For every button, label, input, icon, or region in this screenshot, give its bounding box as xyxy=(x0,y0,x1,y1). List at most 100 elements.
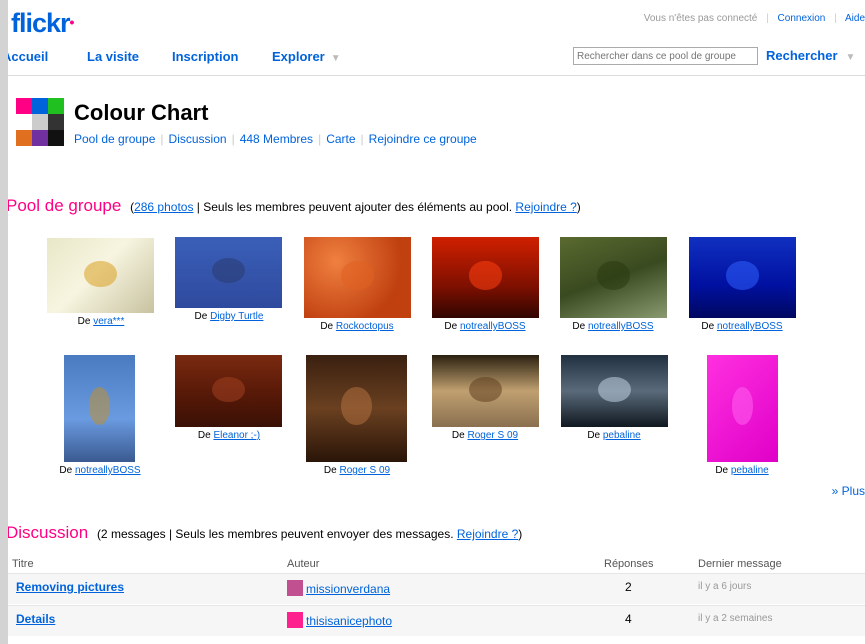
buddy-square xyxy=(32,114,48,130)
photo-thumbnail[interactable] xyxy=(64,355,135,462)
topic-title-link[interactable]: Removing pictures xyxy=(16,580,124,594)
by-prefix: De xyxy=(715,465,731,476)
photo-detail xyxy=(469,376,502,402)
account-bar: Vous n'êtes pas connecté | Connexion | A… xyxy=(644,13,865,24)
photo-caption: De pebaline xyxy=(554,430,674,441)
buddy-square xyxy=(16,98,32,114)
buddy-square xyxy=(48,130,64,146)
photo-thumbnail[interactable] xyxy=(689,237,796,318)
photo-thumbnail[interactable] xyxy=(432,237,539,318)
photo-detail xyxy=(84,260,117,287)
by-prefix: De xyxy=(320,321,336,332)
photo-detail xyxy=(726,261,759,290)
nav-explore-label: Explorer xyxy=(272,49,325,64)
topic-title-link[interactable]: Details xyxy=(16,612,55,626)
by-prefix: De xyxy=(59,465,75,476)
discussion-join-link[interactable]: Rejoindre ? xyxy=(457,527,518,541)
photo-thumbnail[interactable] xyxy=(47,238,154,313)
last-message-time: il y a 6 jours xyxy=(698,581,752,592)
photo-author-link[interactable]: Digby Turtle xyxy=(210,311,263,322)
avatar[interactable] xyxy=(287,580,303,596)
replies-count: 4 xyxy=(625,612,632,626)
group-links: Pool de groupe | Discussion | 448 Membres | Ca… xyxy=(74,132,477,146)
buddy-square xyxy=(32,130,48,146)
photo-author-link[interactable]: notreallyBOSS xyxy=(717,321,783,332)
photo-caption: De Rockoctopus xyxy=(297,321,417,332)
photo-author-link[interactable]: pebaline xyxy=(603,430,641,441)
photo-detail xyxy=(212,258,245,284)
search-button[interactable]: Rechercher ▼ xyxy=(766,48,855,63)
topic-author: thisisanicephoto xyxy=(287,612,392,628)
photo-caption: De notreallyBOSS xyxy=(553,321,673,332)
group-link[interactable]: Rejoindre ce groupe xyxy=(369,132,477,146)
photo-author-link[interactable]: notreallyBOSS xyxy=(460,321,526,332)
divider: | xyxy=(766,13,769,24)
group-title: Colour Chart xyxy=(74,100,209,125)
divider: | xyxy=(231,132,235,146)
photo-thumbnail[interactable] xyxy=(175,237,282,308)
login-link[interactable]: Connexion xyxy=(778,13,826,24)
photo-thumbnail[interactable] xyxy=(561,355,668,427)
nav-signup[interactable]: Inscription xyxy=(172,49,238,64)
photo-detail xyxy=(88,387,111,425)
by-prefix: De xyxy=(701,321,717,332)
last-message-time: il y a 2 semaines xyxy=(698,613,773,624)
nav-home[interactable]: Accueil xyxy=(8,49,48,64)
col-header-replies: Réponses xyxy=(604,558,654,570)
replies-count: 2 xyxy=(625,580,632,594)
photo-detail xyxy=(598,376,631,402)
photo-detail xyxy=(341,387,372,425)
photos-count-link[interactable]: 286 photos xyxy=(134,200,193,214)
photo-author-link[interactable]: Roger S 09 xyxy=(467,430,518,441)
pool-title: Pool de groupe xyxy=(8,196,122,215)
by-prefix: De xyxy=(587,430,603,441)
photo-author-link[interactable]: notreallyBOSS xyxy=(588,321,654,332)
photo-thumbnail[interactable] xyxy=(560,237,667,318)
photo-author-link[interactable]: Rockoctopus xyxy=(336,321,394,332)
photo-author-link[interactable]: pebaline xyxy=(731,465,769,476)
avatar[interactable] xyxy=(287,612,303,628)
photo-thumbnail[interactable] xyxy=(304,237,411,318)
author-link[interactable]: thisisanicephoto xyxy=(306,614,392,628)
photo-author-link[interactable]: vera*** xyxy=(93,316,124,327)
photo-caption: De notreallyBOSS xyxy=(40,465,160,476)
col-header-author: Auteur xyxy=(287,558,320,570)
by-prefix: De xyxy=(194,311,211,322)
group-link[interactable]: Carte xyxy=(326,132,355,146)
chevron-down-icon[interactable]: ▼ xyxy=(846,52,856,63)
photo-thumbnail[interactable] xyxy=(306,355,407,462)
more-link[interactable]: » Plus xyxy=(832,484,865,498)
col-header-title: Titre xyxy=(12,558,34,570)
flickr-logo[interactable]: flickr• xyxy=(11,8,75,39)
chevron-down-icon[interactable]: ▼ xyxy=(331,53,341,64)
buddy-square xyxy=(48,98,64,114)
discussion-section-header: Discussion (2 messages | Seuls les membr… xyxy=(8,523,522,543)
buddy-square xyxy=(16,114,32,130)
nav-tour[interactable]: La visite xyxy=(87,49,139,64)
search-input[interactable] xyxy=(573,47,758,65)
group-link[interactable]: Discussion xyxy=(169,132,227,146)
pool-join-link[interactable]: Rejoindre ? xyxy=(515,200,576,214)
nav-explore[interactable]: Explorer ▼ xyxy=(272,49,341,64)
by-prefix: De xyxy=(323,465,340,476)
buddy-square xyxy=(16,130,32,146)
photo-caption: De Roger S 09 xyxy=(425,430,545,441)
group-link[interactable]: 448 Membres xyxy=(240,132,313,146)
nav-divider xyxy=(8,75,865,76)
col-header-last: Dernier message xyxy=(698,558,782,570)
photo-author-link[interactable]: Eleanor ;-) xyxy=(213,430,260,441)
help-link[interactable]: Aide xyxy=(845,13,865,24)
photo-author-link[interactable]: Roger S 09 xyxy=(339,465,390,476)
group-link[interactable]: Pool de groupe xyxy=(74,132,155,146)
photo-thumbnail[interactable] xyxy=(432,355,539,427)
logo-text: flickr xyxy=(11,8,71,38)
group-buddy-icon[interactable] xyxy=(16,98,64,146)
by-prefix: De xyxy=(197,430,214,441)
photo-author-link[interactable]: notreallyBOSS xyxy=(75,465,141,476)
photo-thumbnail[interactable] xyxy=(175,355,282,427)
discussion-meta: (2 messages | Seuls les membres peuvent … xyxy=(97,527,522,541)
author-link[interactable]: missionverdana xyxy=(306,582,390,596)
photo-thumbnail[interactable] xyxy=(707,355,778,462)
paren: ) xyxy=(518,527,523,541)
logo-dot: • xyxy=(69,14,75,30)
